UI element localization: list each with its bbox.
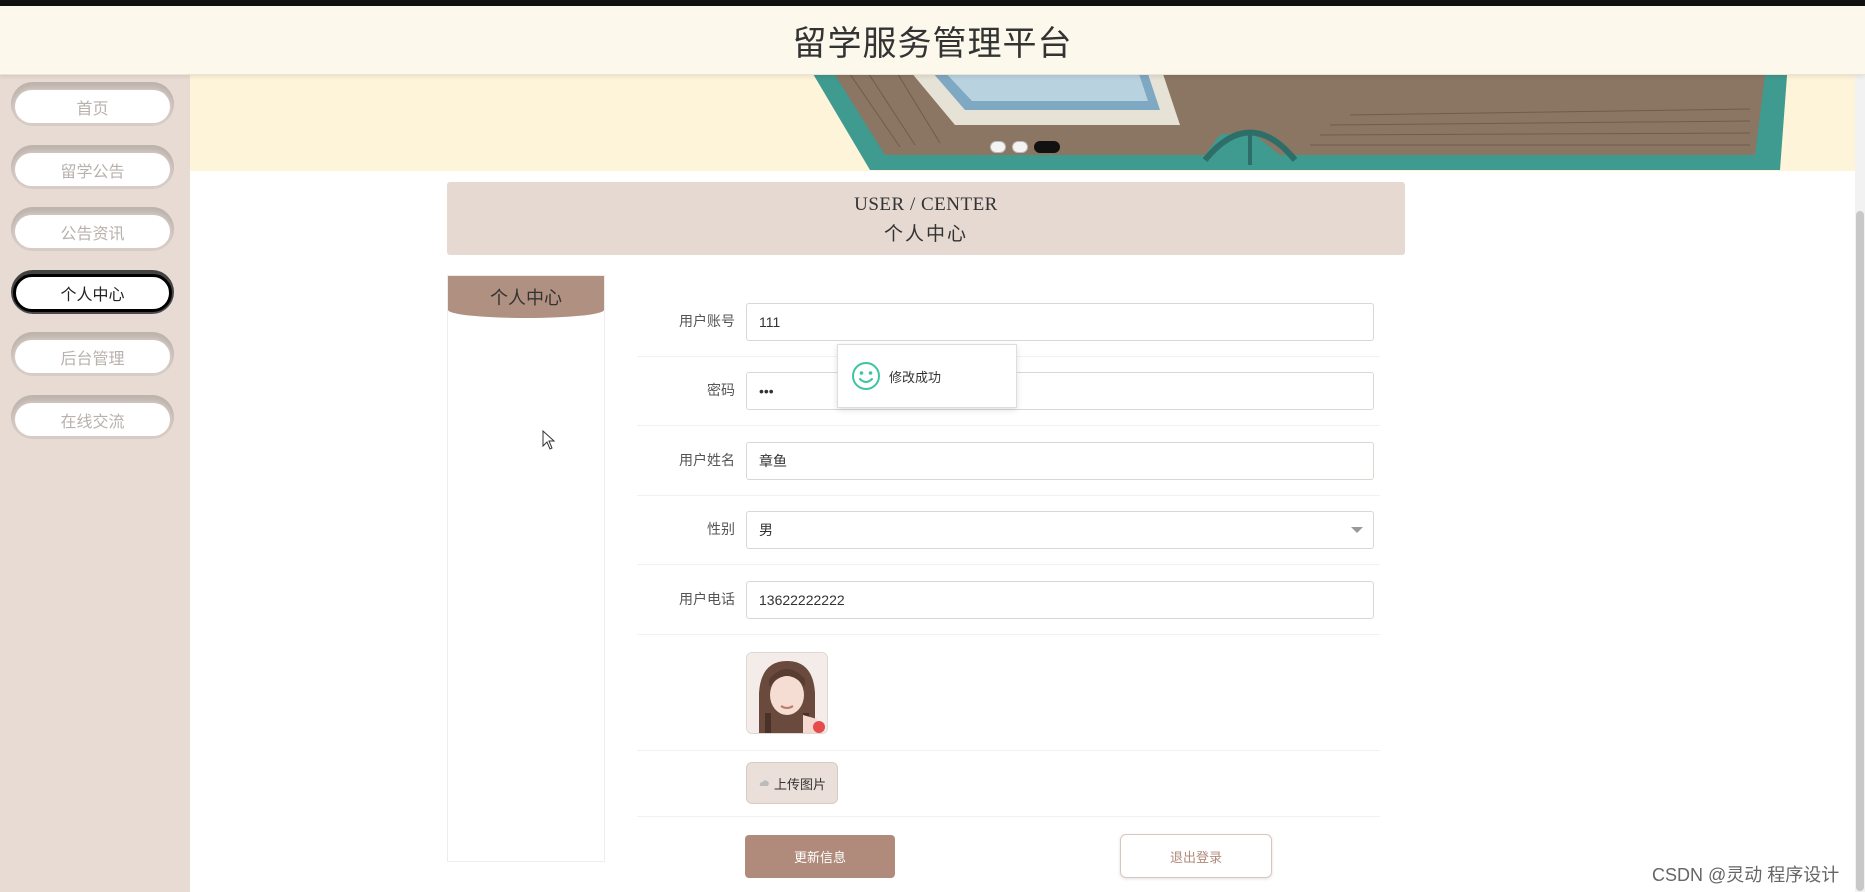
- gender-selected-value: 男: [759, 522, 773, 538]
- sidebar-item-study-notices[interactable]: 留学公告: [11, 145, 174, 189]
- form-row-gender: 性别 男: [637, 506, 1380, 565]
- sidebar-item-user-center[interactable]: 个人中心: [11, 270, 174, 314]
- upload-icon: [759, 780, 769, 786]
- sidebar-item-label[interactable]: 公告资讯: [15, 215, 170, 248]
- logout-button[interactable]: 退出登录: [1120, 834, 1272, 878]
- carousel-dots: [990, 141, 1060, 153]
- form-row-name: 用户姓名 章鱼: [637, 437, 1380, 496]
- sidebar-nav: 首页 留学公告 公告资讯 个人中心 后台管理 在线交流: [0, 75, 190, 892]
- sidebar-item-label[interactable]: 个人中心: [13, 274, 172, 312]
- watermark: CSDN @灵动 程序设计: [1652, 865, 1840, 885]
- name-input[interactable]: 章鱼: [746, 442, 1374, 480]
- sidebar-item-label[interactable]: 后台管理: [15, 340, 170, 373]
- password-label: 密码: [707, 382, 735, 398]
- update-info-button[interactable]: 更新信息: [745, 835, 895, 878]
- name-label: 用户姓名: [679, 452, 735, 468]
- avatar[interactable]: [746, 652, 828, 734]
- site-title: 留学服务管理平台: [792, 24, 1073, 63]
- section-title-en: USER / CENTER: [854, 194, 998, 215]
- sidebar-item-announcements[interactable]: 公告资讯: [11, 207, 174, 251]
- sidebar-item-home[interactable]: 首页: [11, 82, 174, 126]
- section-title-zh: 个人中心: [883, 224, 968, 245]
- sidebar-item-online-chat[interactable]: 在线交流: [11, 395, 174, 439]
- form-row-phone: 用户电话 13622222222: [637, 576, 1380, 635]
- sidebar-item-label[interactable]: 在线交流: [15, 403, 170, 436]
- scrollbar-thumb[interactable]: [1856, 211, 1864, 891]
- upload-image-button[interactable]: 上传图片: [746, 762, 838, 804]
- smile-icon: [852, 362, 880, 390]
- gender-select[interactable]: 男: [746, 511, 1374, 549]
- phone-input[interactable]: 13622222222: [746, 581, 1374, 619]
- chevron-down-icon: [1351, 527, 1363, 533]
- tab-user-center[interactable]: 个人中心: [448, 276, 604, 318]
- avatar-image: [747, 653, 827, 733]
- upload-image-label: 上传图片: [773, 776, 826, 792]
- phone-label: 用户电话: [679, 591, 735, 607]
- carousel-dot[interactable]: [1012, 141, 1028, 153]
- sidebar-item-admin[interactable]: 后台管理: [11, 332, 174, 376]
- toast-message: 修改成功: [889, 369, 942, 385]
- banner-carousel: [190, 75, 1855, 171]
- form-divider: [637, 816, 1380, 817]
- gender-label: 性别: [707, 521, 735, 537]
- carousel-dot-active[interactable]: [1034, 141, 1060, 153]
- section-title-banner: USER / CENTER 个人中心: [447, 182, 1405, 255]
- site-header: 留学服务管理平台: [0, 6, 1865, 75]
- sidebar-item-label[interactable]: 首页: [15, 90, 170, 123]
- account-label: 用户账号: [679, 313, 735, 329]
- page-scrollbar[interactable]: [1855, 6, 1865, 892]
- book-illustration: [813, 75, 1788, 170]
- account-input[interactable]: 111: [746, 303, 1374, 341]
- toast-notification: 修改成功: [837, 344, 1017, 408]
- carousel-dot[interactable]: [990, 141, 1006, 153]
- user-center-side-menu: 个人中心: [447, 275, 605, 862]
- sidebar-item-label[interactable]: 留学公告: [15, 153, 170, 186]
- mouse-cursor-icon: [542, 430, 556, 450]
